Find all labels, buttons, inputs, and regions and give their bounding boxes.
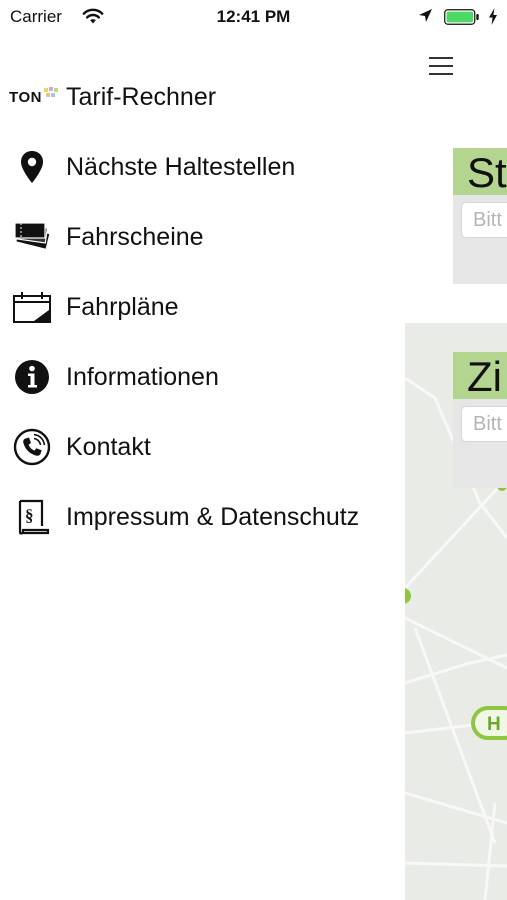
svg-text:§: §	[25, 506, 34, 525]
start-input[interactable]: Bitt	[461, 202, 507, 238]
destination-input[interactable]: Bitt	[461, 406, 507, 442]
menu-item-label: Informationen	[66, 363, 219, 391]
menu-item-kontakt[interactable]: Kontakt	[0, 412, 405, 482]
charging-bolt-icon	[489, 8, 497, 25]
menu-item-label: Fahrscheine	[66, 223, 204, 251]
bus-stop-marker: H	[471, 706, 507, 740]
battery-icon	[444, 9, 479, 25]
main-screen: H St Bitt Zi Bitt	[405, 0, 507, 900]
menu-item-label: Fahrpläne	[66, 293, 179, 321]
calendar-icon	[10, 288, 54, 326]
ton-logo-text: TON	[9, 88, 42, 106]
start-card-title: St	[453, 148, 507, 195]
menu-item-label: Kontakt	[66, 433, 151, 461]
start-card: St Bitt	[453, 148, 507, 284]
ton-logo-icon: TON	[6, 78, 62, 116]
hamburger-menu-icon[interactable]	[429, 55, 455, 79]
map-pin-icon	[10, 148, 54, 186]
destination-card: Zi Bitt	[453, 352, 507, 488]
status-bar: Carrier 12:41 PM	[0, 0, 507, 34]
location-arrow-icon	[419, 9, 432, 22]
menu-item-impressum-datenschutz[interactable]: § Impressum & Datenschutz	[0, 482, 405, 552]
menu-item-fahrscheine[interactable]: Fahrscheine	[0, 202, 405, 272]
phone-icon	[10, 428, 54, 466]
svg-text:H: H	[487, 714, 501, 735]
info-icon	[10, 358, 54, 396]
drawer-menu: TON Tarif-Rechner Nächste Haltestellen F…	[0, 62, 405, 552]
menu-item-informationen[interactable]: Informationen	[0, 342, 405, 412]
menu-item-naechste-haltestellen[interactable]: Nächste Haltestellen	[0, 132, 405, 202]
tickets-icon	[10, 218, 54, 256]
destination-card-title: Zi	[453, 352, 507, 399]
menu-item-tarif-rechner[interactable]: TON Tarif-Rechner	[0, 62, 405, 132]
menu-item-label: Tarif-Rechner	[66, 83, 217, 111]
menu-item-label: Nächste Haltestellen	[66, 153, 296, 181]
side-drawer: TON Tarif-Rechner Nächste Haltestellen F…	[0, 0, 405, 900]
ton-logo-dots	[43, 87, 58, 97]
menu-item-fahrplaene[interactable]: Fahrpläne	[0, 272, 405, 342]
paragraph-document-icon: §	[10, 498, 54, 536]
menu-item-label: Impressum & Datenschutz	[66, 503, 360, 531]
